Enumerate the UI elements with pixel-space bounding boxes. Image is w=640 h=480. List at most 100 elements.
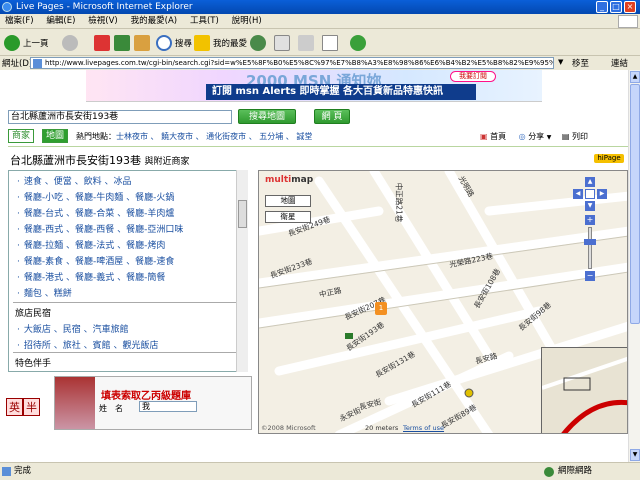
maximize-button[interactable]: □ — [610, 1, 622, 13]
address-dropdown-icon[interactable]: ▼ — [558, 58, 563, 66]
pan-left-icon[interactable]: ◀ — [573, 189, 583, 199]
refresh-icon — [114, 35, 130, 51]
lang-english[interactable]: 英 — [6, 398, 23, 416]
print-link[interactable]: 列印 — [572, 132, 588, 141]
close-button[interactable]: × — [624, 1, 636, 13]
road-label: 中正路21巷 — [394, 182, 404, 223]
zoom-slider[interactable] — [588, 227, 592, 269]
tab-map[interactable]: 地圖 — [42, 129, 68, 143]
page-icon — [33, 59, 42, 68]
mail-icon — [274, 35, 290, 51]
forward-button[interactable] — [62, 33, 81, 53]
lang-half[interactable]: 半 — [23, 398, 40, 416]
ad-name-input[interactable]: 我 — [139, 401, 197, 412]
zoom-in-icon[interactable]: + — [585, 215, 595, 225]
history-icon — [250, 35, 266, 51]
edit-button[interactable] — [322, 33, 341, 53]
links-button[interactable]: 連結 — [611, 57, 628, 69]
refresh-button[interactable] — [114, 33, 133, 53]
menu-tools[interactable]: 工具(T) — [185, 14, 224, 29]
hot-places-label: 熱門地點： — [76, 132, 116, 141]
list-item[interactable]: · 速食 、便當 、飲料 、冰品 — [17, 174, 131, 187]
printer-icon — [298, 35, 314, 51]
list-scroll-thumb[interactable] — [238, 200, 247, 228]
home-button[interactable] — [134, 33, 153, 53]
menu-edit[interactable]: 編輯(E) — [41, 14, 80, 29]
share-dropdown-icon[interactable]: ▼ — [547, 134, 552, 141]
list-item[interactable]: · 大飯店 、民宿 、汽車旅館 — [17, 322, 129, 335]
pan-up-icon[interactable]: ▲ — [585, 177, 595, 187]
pan-right-icon[interactable]: ▶ — [597, 189, 607, 199]
minimize-button[interactable]: _ — [596, 1, 608, 13]
mail-button[interactable] — [274, 33, 293, 53]
ad-name-label: 姓 名 — [99, 404, 123, 413]
map-mode-button[interactable]: 地圖 — [265, 195, 311, 207]
banner-bottom-text: 訂閱 msn Alerts 即時掌握 各大百貨新品特惠快訊 — [206, 84, 476, 100]
address-bar: 網址(D) http://www.livepages.com.tw/cgi-bi… — [0, 56, 640, 70]
zoom-out-icon[interactable]: − — [585, 271, 595, 281]
hot-places-links[interactable]: 士林夜市 、 饒大夜市 、 通化街夜市 、 五分埔 、 誠堂 — [116, 131, 312, 142]
pan-control[interactable]: ▲ ◀ ▶ ▼ — [573, 177, 607, 211]
page-scrollbar[interactable]: ▲ ▼ — [628, 70, 640, 462]
map-copyright: ©2008 Microsoft — [261, 424, 316, 432]
list-item[interactable]: · 麵包 、糕餅 — [17, 286, 72, 299]
tab-business[interactable]: 商家 — [8, 129, 34, 143]
print-toolbar-button[interactable] — [298, 33, 317, 53]
toolbar: 上一頁 搜尋 我的最愛 — [0, 30, 640, 56]
home-link[interactable]: 首頁 — [490, 132, 506, 141]
list-item[interactable]: · 招待所 、旅社 、賓館 、觀光飯店 — [17, 338, 158, 351]
scroll-down-icon[interactable]: ▼ — [630, 449, 640, 461]
menu-bar: 檔案(F) 編輯(E) 檢視(V) 我的最愛(A) 工具(T) 說明(H) — [0, 14, 640, 29]
ad-photo — [55, 377, 95, 429]
scroll-up-icon[interactable]: ▲ — [630, 71, 640, 83]
list-item[interactable]: · 餐廳-小吃 、餐廳-牛肉麵 、餐廳-火鍋 — [17, 190, 174, 203]
map-view[interactable]: multimap 地圖 衛星 中正路21巷 長安街249巷 長安街233巷 中正… — [258, 170, 628, 434]
list-item[interactable]: · 餐廳-素食 、餐廳-啤酒屋 、餐廳-速食 — [17, 254, 174, 267]
messenger-button[interactable] — [350, 33, 369, 53]
search-input[interactable]: 台北縣蘆洲市長安街193巷 — [8, 110, 232, 124]
menu-favorites[interactable]: 我的最愛(A) — [126, 14, 182, 29]
stop-button[interactable] — [94, 33, 113, 53]
back-button[interactable]: 上一頁 — [4, 33, 49, 53]
window-title: Live Pages - Microsoft Internet Explorer — [16, 2, 193, 12]
multimap-logo: multimap — [265, 175, 314, 185]
search-button[interactable]: 搜尋 — [156, 33, 192, 53]
status-text: 完成 — [14, 466, 32, 476]
menu-help[interactable]: 說明(H) — [227, 14, 267, 29]
address-url: http://www.livepages.com.tw/cgi-bin/sear… — [45, 59, 553, 67]
hipage-badge[interactable]: hiPage — [594, 154, 624, 163]
search-label: 搜尋 — [175, 39, 193, 49]
banner-subscribe-button[interactable]: 我要訂閱 — [450, 71, 496, 82]
headline-title: 台北縣蘆洲市長安街193巷 — [10, 154, 141, 167]
list-item[interactable]: · 餐廳-西式 、餐廳-西餐 、餐廳-亞洲口味 — [17, 222, 183, 235]
zoom-slider-handle[interactable] — [584, 239, 596, 245]
search-map-button[interactable]: 搜尋地圖 — [238, 109, 296, 124]
list-item[interactable]: · 餐廳-台式 、餐廳-合菜 、餐廳-羊肉爐 — [17, 206, 174, 219]
menu-file[interactable]: 檔案(F) — [0, 14, 39, 29]
list-scrollbar[interactable] — [236, 170, 248, 372]
page-tools: ▣ 首頁 ◎ 分享 ▼ ▤ 列印 — [480, 131, 588, 142]
history-button[interactable] — [250, 33, 269, 53]
msn-alerts-banner[interactable]: 2000 MSN 通知妳 訂閱 msn Alerts 即時掌握 各大百貨新品特惠… — [86, 70, 542, 102]
back-arrow-icon — [4, 35, 20, 51]
pan-center-icon[interactable] — [585, 189, 595, 199]
map-terms-link[interactable]: Terms of use — [403, 424, 444, 432]
overview-inset-map[interactable] — [541, 347, 627, 433]
web-search-button[interactable]: 網 頁 — [314, 109, 350, 124]
home-page-icon: ▣ — [480, 132, 488, 141]
page-scroll-thumb[interactable] — [630, 84, 640, 324]
address-input[interactable]: http://www.livepages.com.tw/cgi-bin/sear… — [30, 57, 554, 69]
language-toggle[interactable]: 英半 — [6, 398, 40, 416]
pan-down-icon[interactable]: ▼ — [585, 201, 595, 211]
share-link[interactable]: 分享 — [528, 132, 544, 141]
section-divider — [13, 352, 237, 353]
list-item[interactable]: · 餐廳-港式 、餐廳-義式 、餐廳-簡餐 — [17, 270, 165, 283]
forward-arrow-icon — [62, 35, 78, 51]
menu-view[interactable]: 檢視(V) — [83, 14, 122, 29]
list-item[interactable]: · 餐廳-拉麵 、餐廳-法式 、餐廳-烤肉 — [17, 238, 165, 251]
section-divider — [13, 302, 237, 303]
ad-banner[interactable]: 填表索取乙丙級題庫 姓 名 我 — [54, 376, 252, 430]
favorites-button[interactable]: 我的最愛 — [194, 33, 247, 53]
go-button[interactable]: 移至 — [572, 57, 589, 69]
location-pin[interactable]: 1 — [375, 302, 387, 315]
